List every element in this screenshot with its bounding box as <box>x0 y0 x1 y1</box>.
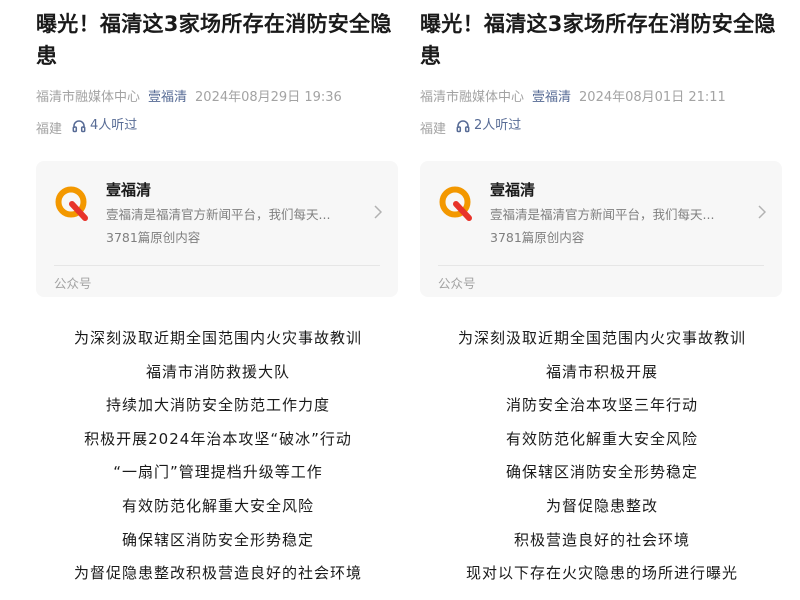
body-line: 为深刻汲取近期全国范围内火灾事故教训 <box>457 329 746 347</box>
account-description: 壹福清是福清官方新闻平台，我们每天... <box>490 207 715 222</box>
body-line: 确保辖区消防安全形势稳定 <box>121 530 314 549</box>
account-article-count: 3781篇原创内容 <box>490 230 585 245</box>
article-meta: 福清市融媒体中心 壹福清 2024年08月01日 21:11 <box>420 84 784 112</box>
body-line: 持续加大消防安全防范工作力度 <box>105 396 330 415</box>
chevron-right-icon <box>374 205 382 219</box>
account-type-label: 公众号 <box>54 276 92 291</box>
body-line: 有效防范化解重大安全风险 <box>121 496 314 515</box>
fuqing-q-logo <box>439 186 472 221</box>
article-location: 福建 <box>420 122 447 137</box>
body-line: 现对以下存在火灾隐患的场所进行曝光 <box>465 564 738 583</box>
body-line: 为督促隐患整改 <box>545 496 658 515</box>
body-line: 为督促隐患整改积极营造良好的社会环境 <box>73 564 362 583</box>
fuqing-q-logo <box>55 186 88 221</box>
article-left: 曝光！福清这3家场所存在消防安全隐患 福清市融媒体中心 壹福清 2024年08月29… <box>36 0 400 600</box>
headphone-icon <box>72 120 86 133</box>
article-right: 曝光！福清这3家场所存在消防安全隐患 福清市融媒体中心 壹福清 2024年08月01… <box>420 0 784 600</box>
body-line: 福清市积极开展 <box>545 362 658 381</box>
article-meta-secondary: 福建 2人听过 <box>420 112 784 144</box>
publish-date: 2024年08月29日 19:36 <box>195 90 342 105</box>
listen-button[interactable]: 2人听过 <box>456 112 521 140</box>
account-link[interactable]: 壹福清 <box>532 90 571 105</box>
account-name: 壹福清 <box>490 181 536 199</box>
card-divider <box>438 265 764 266</box>
listen-button[interactable]: 4人听过 <box>72 112 137 140</box>
account-description: 壹福清是福清官方新闻平台，我们每天... <box>106 207 331 222</box>
body-line: “一扇门”管理提档升级等工作 <box>113 463 323 482</box>
listen-count: 4人听过 <box>90 118 138 133</box>
article-meta: 福清市融媒体中心 壹福清 2024年08月29日 19:36 <box>36 84 400 112</box>
card-divider <box>54 265 380 266</box>
chevron-right-icon <box>758 205 766 219</box>
body-line: 有效防范化解重大安全风险 <box>505 429 698 448</box>
headphone-icon <box>456 120 470 133</box>
body-line: 福清市消防救援大队 <box>145 362 290 381</box>
body-line: 积极营造良好的社会环境 <box>513 530 690 549</box>
account-card[interactable]: 壹福清 壹福清是福清官方新闻平台，我们每天... 3781篇原创内容 公众号 <box>36 161 398 297</box>
body-line: 为深刻汲取近期全国范围内火灾事故教训 <box>73 329 362 347</box>
publish-date: 2024年08月01日 21:11 <box>579 90 726 105</box>
article-source: 福清市融媒体中心 <box>36 90 141 105</box>
listen-count: 2人听过 <box>474 118 522 133</box>
article-meta-secondary: 福建 4人听过 <box>36 112 400 144</box>
body-line: 确保辖区消防安全形势稳定 <box>505 463 698 482</box>
body-line: 消防安全治本攻坚三年行动 <box>505 396 698 415</box>
account-link[interactable]: 壹福清 <box>148 90 187 105</box>
body-line: 积极开展2024年治本攻坚“破冰”行动 <box>84 429 352 448</box>
article-body: 为深刻汲取近期全国范围内火灾事故教训 福清市消防救援大队 持续加大消防安全防范工… <box>36 322 400 591</box>
article-location: 福建 <box>36 122 63 137</box>
article-title: 曝光！福清这3家场所存在消防安全隐患 <box>420 12 776 68</box>
account-type-label: 公众号 <box>438 276 476 291</box>
account-article-count: 3781篇原创内容 <box>106 230 201 245</box>
account-card[interactable]: 壹福清 壹福清是福清官方新闻平台，我们每天... 3781篇原创内容 公众号 <box>420 161 782 297</box>
account-name: 壹福清 <box>106 181 152 199</box>
article-body: 为深刻汲取近期全国范围内火灾事故教训 福清市积极开展 消防安全治本攻坚三年行动 … <box>420 322 784 591</box>
article-title: 曝光！福清这3家场所存在消防安全隐患 <box>36 12 392 68</box>
article-source: 福清市融媒体中心 <box>420 90 525 105</box>
